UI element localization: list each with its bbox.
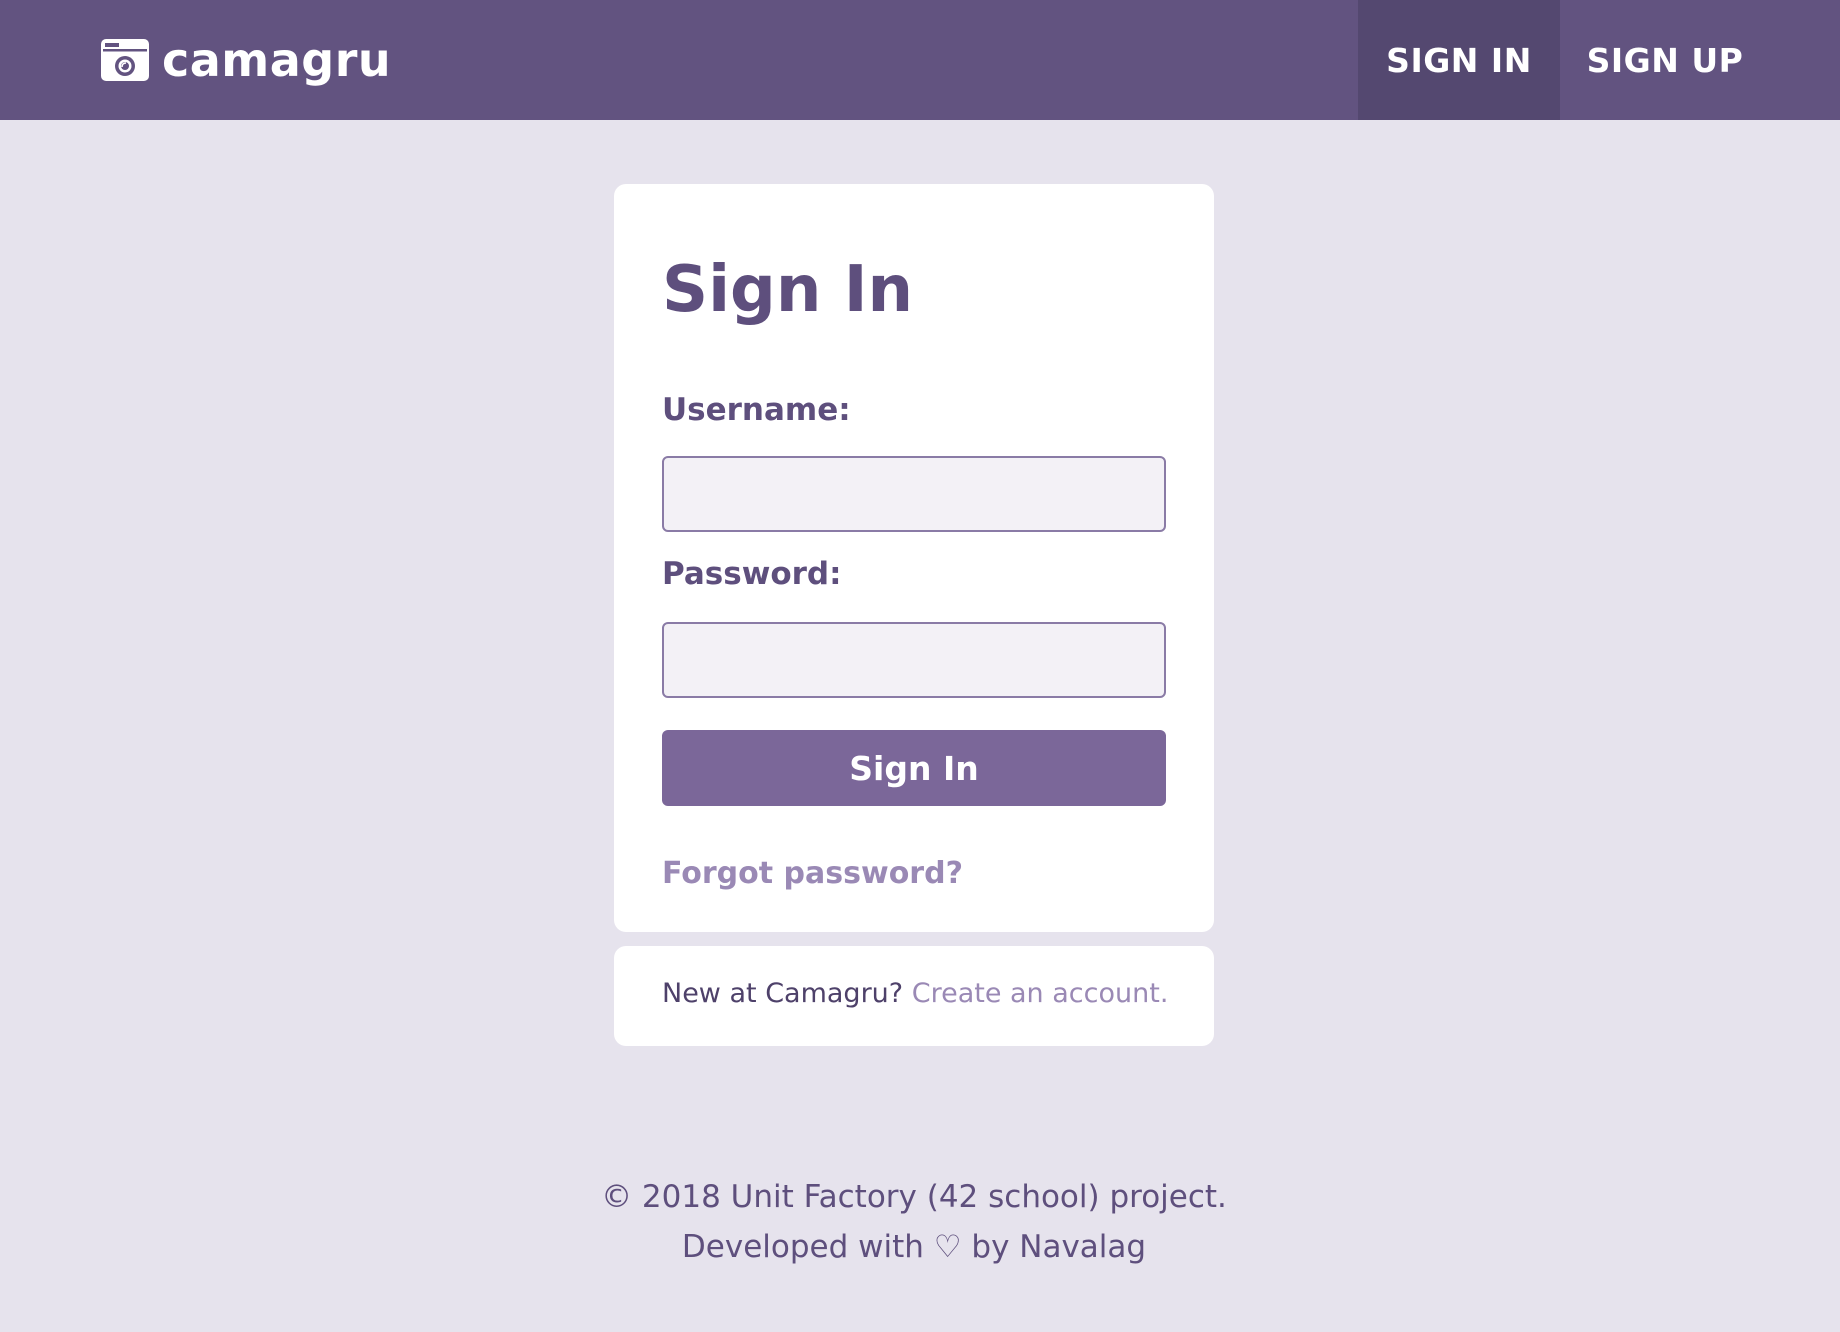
nav-sign-in[interactable]: SIGN IN <box>1358 0 1560 120</box>
page-title: Sign In <box>662 253 914 327</box>
register-prompt-text: New at Camagru? <box>662 978 904 1009</box>
username-input[interactable] <box>662 456 1166 532</box>
password-label: Password: <box>662 556 842 592</box>
username-label: Username: <box>662 392 851 428</box>
signin-card: Sign In Username: Password: Sign In Forg… <box>614 184 1214 932</box>
camera-icon <box>101 39 149 81</box>
top-navbar: camagru SIGN IN SIGN UP <box>0 0 1840 120</box>
register-prompt: New at Camagru? Create an account. <box>662 978 1168 1009</box>
sign-in-button[interactable]: Sign In <box>662 730 1166 806</box>
footer-credits: Developed with ♡ by Navalag <box>681 1229 1147 1265</box>
footer: © 2018 Unit Factory (42 school) project.… <box>0 1172 1828 1272</box>
password-input[interactable] <box>662 622 1166 698</box>
register-card: New at Camagru? Create an account. <box>614 946 1214 1046</box>
nav-sign-up[interactable]: SIGN UP <box>1560 0 1770 120</box>
forgot-password-link[interactable]: Forgot password? <box>662 856 963 891</box>
brand-home-link[interactable]: camagru <box>100 30 391 90</box>
nav-links: SIGN IN SIGN UP <box>1358 0 1770 120</box>
brand-name: camagru <box>162 33 392 87</box>
footer-copyright: © 2018 Unit Factory (42 school) project. <box>601 1179 1227 1215</box>
create-account-link[interactable]: Create an account. <box>912 978 1169 1009</box>
